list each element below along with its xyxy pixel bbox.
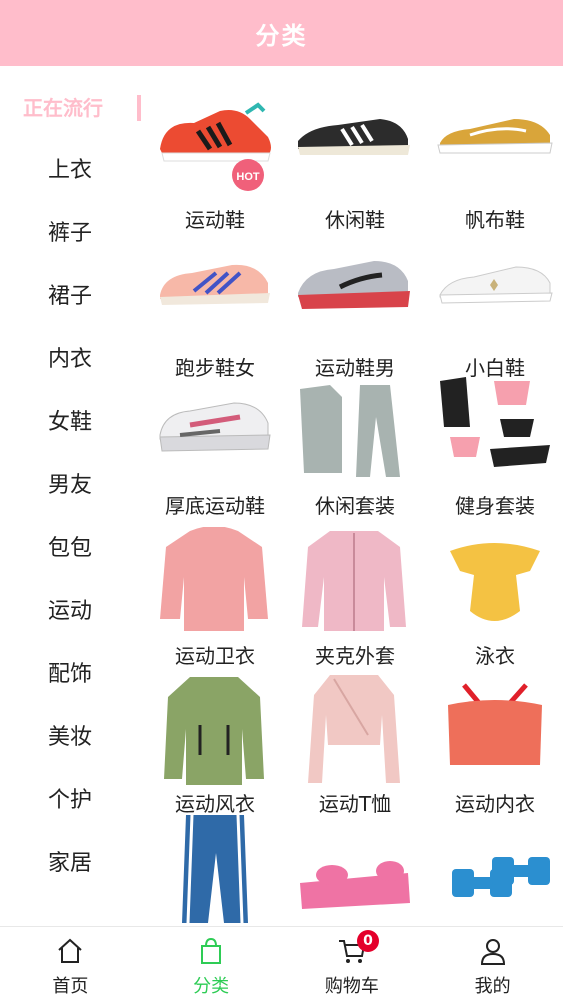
- sidebar-item-label: 上衣: [48, 158, 93, 183]
- pink-running-shoe-image: [150, 239, 280, 349]
- chunky-sneaker-image: [150, 377, 280, 487]
- pink-hoodie-image: [150, 526, 280, 637]
- blue-dumbbells-image: [430, 813, 560, 923]
- sidebar-item-label: 男友: [48, 473, 93, 498]
- sidebar-item-label: 个护: [48, 788, 93, 813]
- cart-count-badge: 0: [357, 930, 379, 952]
- product-label: 帆布鞋: [465, 208, 525, 232]
- product-jacket[interactable]: 夹克外套: [285, 522, 425, 670]
- sidebar-item-beauty[interactable]: 美妆: [0, 718, 145, 758]
- product-sneakers[interactable]: HOT 运动鞋: [145, 86, 285, 234]
- sidebar-item-personal-care[interactable]: 个护: [0, 781, 145, 821]
- product-label: 运动卫衣: [175, 644, 255, 668]
- product-label: 休闲鞋: [325, 208, 385, 232]
- sidebar-item-trending[interactable]: 正在流行: [0, 88, 145, 128]
- sidebar-item-home[interactable]: 家居: [0, 844, 145, 884]
- sidebar-item-label: 女鞋: [48, 410, 93, 435]
- fitness-set-image: [430, 377, 560, 487]
- home-icon: [55, 936, 85, 966]
- product-sports-hoodie[interactable]: 运动卫衣: [145, 522, 285, 670]
- bottom-tab-bar: 首页 分类 购物车 我的: [0, 926, 563, 1002]
- product-chunky-sneakers[interactable]: 厚底运动鞋: [145, 372, 285, 520]
- product-mens-sneakers[interactable]: 运动鞋男: [285, 234, 425, 382]
- black-casual-shoe-image: [290, 91, 420, 201]
- page-title: 分类: [255, 21, 308, 50]
- sports-bra-image: [430, 675, 560, 785]
- sidebar-item-label: 美妆: [48, 725, 93, 750]
- product-sports-bra[interactable]: 运动内衣: [425, 670, 563, 818]
- red-sneaker-image: HOT: [150, 91, 280, 201]
- product-fitness-set[interactable]: 健身套装: [425, 372, 563, 520]
- product-sports-tshirt[interactable]: 运动T恤: [285, 670, 425, 818]
- product-yoga-mat[interactable]: [285, 808, 425, 926]
- product-grid: HOT 运动鞋 休闲鞋 帆布鞋 跑步鞋女 运动鞋男 小白鞋 厚底运动鞋 休闲套装…: [145, 66, 563, 926]
- product-casual-suit[interactable]: 休闲套装: [285, 372, 425, 520]
- product-label: 运动鞋: [185, 208, 245, 232]
- sidebar-item-skirts[interactable]: 裙子: [0, 277, 145, 317]
- sidebar-item-label: 包包: [48, 536, 93, 561]
- green-windbreaker-image: [150, 675, 280, 785]
- blue-track-pants-image: [150, 813, 280, 924]
- product-casual-shoes[interactable]: 休闲鞋: [285, 86, 425, 234]
- product-womens-running[interactable]: 跑步鞋女: [145, 234, 285, 382]
- tab-home[interactable]: 首页: [0, 927, 141, 1002]
- grey-mens-sneaker-image: [290, 239, 420, 349]
- sidebar-item-accessories[interactable]: 配饰: [0, 655, 145, 695]
- pink-yoga-mat-image: [290, 813, 420, 923]
- tab-label: 购物车: [324, 976, 379, 997]
- sidebar-item-label: 裙子: [48, 284, 93, 309]
- user-icon: [478, 936, 508, 966]
- product-dumbbells[interactable]: [425, 808, 563, 926]
- yellow-canvas-shoe-image: [430, 91, 560, 201]
- page-header: 分类: [0, 0, 563, 66]
- tab-cart[interactable]: 购物车: [282, 927, 423, 1002]
- sidebar-item-label: 裤子: [48, 221, 93, 246]
- product-label: 泳衣: [475, 644, 515, 668]
- category-sidebar: 正在流行 上衣 裤子 裙子 内衣 女鞋 男友 包包 运动 配饰 美妆 个护 家居: [0, 66, 145, 926]
- sidebar-item-underwear[interactable]: 内衣: [0, 340, 145, 380]
- tab-label: 我的: [474, 976, 511, 997]
- tab-category[interactable]: 分类: [141, 927, 282, 1002]
- sidebar-item-label: 内衣: [48, 347, 93, 372]
- sidebar-item-sports[interactable]: 运动: [0, 592, 145, 632]
- sidebar-item-boyfriend[interactable]: 男友: [0, 466, 145, 506]
- hot-badge: HOT: [236, 171, 260, 183]
- tab-label: 首页: [52, 976, 89, 997]
- sidebar-item-label: 家居: [48, 851, 93, 876]
- sidebar-item-bags[interactable]: 包包: [0, 529, 145, 569]
- sidebar-item-label: 正在流行: [23, 96, 103, 120]
- product-label: 健身套装: [455, 494, 535, 518]
- tab-profile[interactable]: 我的: [422, 927, 563, 1002]
- product-white-shoes[interactable]: 小白鞋: [425, 234, 563, 382]
- sidebar-active-indicator: [137, 95, 141, 121]
- grey-tracksuit-image: [290, 377, 420, 487]
- product-track-pants[interactable]: [145, 808, 285, 926]
- product-windbreaker[interactable]: 运动风衣: [145, 670, 285, 818]
- product-label: 夹克外套: [315, 644, 395, 668]
- sidebar-item-womens-shoes[interactable]: 女鞋: [0, 403, 145, 443]
- pink-jacket-image: [290, 527, 420, 637]
- sidebar-item-pants[interactable]: 裤子: [0, 214, 145, 254]
- white-shoe-image: [430, 239, 560, 349]
- shopping-bag-icon: [196, 936, 226, 966]
- product-swimsuit[interactable]: 泳衣: [425, 522, 563, 670]
- product-label: 休闲套装: [315, 494, 395, 518]
- sidebar-item-label: 配饰: [48, 662, 93, 687]
- yellow-swimsuit-image: [430, 527, 560, 637]
- sidebar-item-label: 运动: [48, 599, 93, 624]
- pink-wrap-top-image: [290, 675, 420, 785]
- sidebar-item-tops[interactable]: 上衣: [0, 151, 145, 191]
- product-canvas-shoes[interactable]: 帆布鞋: [425, 86, 563, 234]
- product-label: 厚底运动鞋: [165, 494, 265, 518]
- tab-label: 分类: [193, 976, 230, 997]
